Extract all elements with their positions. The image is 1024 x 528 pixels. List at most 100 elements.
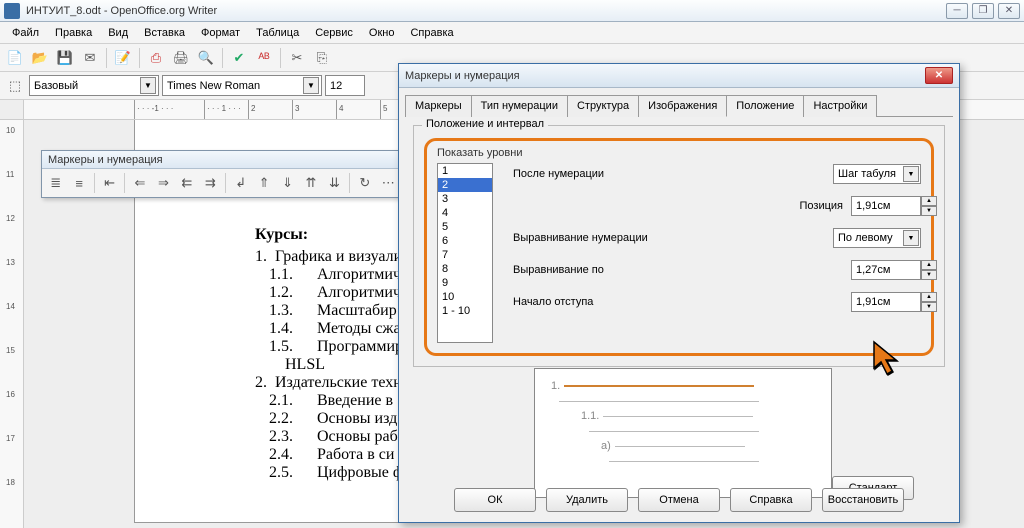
chevron-down-icon[interactable]: ▼: [903, 166, 919, 182]
pdf-icon[interactable]: ⎙: [145, 47, 167, 69]
numbering-preview: 1. 1.1. a): [534, 368, 832, 498]
menu-insert[interactable]: Вставка: [136, 25, 193, 41]
menu-table[interactable]: Таблица: [248, 25, 307, 41]
dialog-titlebar[interactable]: Маркеры и нумерация ✕: [399, 64, 959, 88]
edit-icon[interactable]: 📝: [112, 47, 134, 69]
autospell-icon[interactable]: ᴬᴮ: [253, 47, 275, 69]
move-up-icon[interactable]: ⇑: [253, 172, 274, 194]
cancel-button[interactable]: Отмена: [638, 488, 720, 512]
spin-up-icon[interactable]: ▲: [921, 260, 937, 270]
menu-window[interactable]: Окно: [361, 25, 403, 41]
spin-up-icon[interactable]: ▲: [921, 292, 937, 302]
outdent-icon[interactable]: ⇤: [99, 172, 120, 194]
dialog-close-button[interactable]: ✕: [925, 67, 953, 84]
chevron-down-icon[interactable]: ▼: [303, 77, 319, 94]
aligned-at-spinner[interactable]: 1,27см ▲▼: [851, 260, 921, 280]
tab-position[interactable]: Положение: [726, 95, 804, 117]
promote-sub-icon[interactable]: ⇇: [176, 172, 197, 194]
levels-listbox[interactable]: 1 2 3 4 5 6 7 8 9 10 1 - 10: [437, 163, 493, 343]
move-down-sub-icon[interactable]: ⇊: [324, 172, 345, 194]
copy-icon[interactable]: ⎘: [311, 47, 333, 69]
level-option[interactable]: 5: [438, 220, 492, 234]
window-title: ИНТУИТ_8.odt - OpenOffice.org Writer: [26, 5, 946, 17]
level-option[interactable]: 4: [438, 206, 492, 220]
insert-unnumbered-icon[interactable]: ↲: [230, 172, 251, 194]
spin-down-icon[interactable]: ▼: [921, 302, 937, 312]
menu-edit[interactable]: Правка: [47, 25, 100, 41]
ok-button[interactable]: ОК: [454, 488, 536, 512]
styles-icon[interactable]: ⬚: [4, 75, 26, 97]
spin-down-icon[interactable]: ▼: [921, 206, 937, 216]
bullets-icon[interactable]: ≣: [45, 172, 66, 194]
delete-button[interactable]: Удалить: [546, 488, 628, 512]
paragraph-style-combo[interactable]: Базовый ▼: [29, 75, 159, 96]
tab-graphics[interactable]: Изображения: [638, 95, 727, 117]
level-option[interactable]: 9: [438, 276, 492, 290]
show-levels-label: Показать уровни: [437, 147, 921, 159]
menu-help[interactable]: Справка: [402, 25, 461, 41]
bullets-numbering-toolbar[interactable]: Маркеры и нумерация ≣ ≡ ⇤ ⇐ ⇒ ⇇ ⇉ ↲ ⇑ ⇓ …: [41, 150, 403, 198]
spellcheck-icon[interactable]: ✔: [228, 47, 250, 69]
numbering-icon[interactable]: ≡: [68, 172, 89, 194]
indent-at-label: Начало отступа: [513, 296, 851, 308]
restart-numbering-icon[interactable]: ↻: [354, 172, 375, 194]
open-icon[interactable]: 📂: [29, 47, 51, 69]
close-button[interactable]: ✕: [998, 3, 1020, 19]
chevron-down-icon[interactable]: ▼: [140, 77, 156, 94]
level-option[interactable]: 6: [438, 234, 492, 248]
demote-icon[interactable]: ⇒: [153, 172, 174, 194]
font-name-combo[interactable]: Times New Roman ▼: [162, 75, 322, 96]
font-size-value: 12: [330, 80, 342, 92]
level-option[interactable]: 8: [438, 262, 492, 276]
vertical-ruler[interactable]: 10 11 12 13 14 15 16 17 18: [0, 120, 24, 528]
demote-sub-icon[interactable]: ⇉: [200, 172, 221, 194]
mail-icon[interactable]: ✉: [79, 47, 101, 69]
level-option[interactable]: 1: [438, 164, 492, 178]
tab-options[interactable]: Настройки: [803, 95, 877, 117]
tab-markers[interactable]: Маркеры: [405, 95, 472, 117]
dialog-button-row: ОК Удалить Отмена Справка Восстановить: [399, 488, 959, 512]
move-down-icon[interactable]: ⇓: [277, 172, 298, 194]
tab-numbering-type[interactable]: Тип нумерации: [471, 95, 568, 117]
move-up-sub-icon[interactable]: ⇈: [300, 172, 321, 194]
float-toolbar-title[interactable]: Маркеры и нумерация: [42, 151, 402, 169]
position-label: Позиция: [800, 200, 844, 212]
menu-tools[interactable]: Сервис: [307, 25, 361, 41]
after-numbering-combo[interactable]: Шаг табуля ▼: [833, 164, 921, 184]
window-titlebar: ИНТУИТ_8.odt - OpenOffice.org Writer ─ ❐…: [0, 0, 1024, 22]
minimize-button[interactable]: ─: [946, 3, 968, 19]
spin-down-icon[interactable]: ▼: [921, 270, 937, 280]
new-doc-icon[interactable]: 📄: [4, 47, 26, 69]
menu-format[interactable]: Формат: [193, 25, 248, 41]
menu-file[interactable]: Файл: [4, 25, 47, 41]
chevron-down-icon[interactable]: ▼: [903, 230, 919, 246]
font-name-value: Times New Roman: [167, 80, 260, 92]
help-button[interactable]: Справка: [730, 488, 812, 512]
promote-icon[interactable]: ⇐: [129, 172, 150, 194]
numbering-alignment-label: Выравнивание нумерации: [513, 232, 833, 244]
level-option[interactable]: 3: [438, 192, 492, 206]
print-icon[interactable]: 🖨: [170, 47, 192, 69]
maximize-button[interactable]: ❐: [972, 3, 994, 19]
font-size-combo[interactable]: 12: [325, 75, 365, 96]
save-icon[interactable]: 💾: [54, 47, 76, 69]
bullets-dialog-icon[interactable]: ⋯: [378, 172, 399, 194]
level-option-selected[interactable]: 2: [438, 178, 492, 192]
tab-outline[interactable]: Структура: [567, 95, 639, 117]
restore-button[interactable]: Восстановить: [822, 488, 904, 512]
cut-icon[interactable]: ✂: [286, 47, 308, 69]
level-option[interactable]: 10: [438, 290, 492, 304]
indent-at-spinner[interactable]: 1,91см ▲▼: [851, 292, 921, 312]
numbering-alignment-combo[interactable]: По левому ▼: [833, 228, 921, 248]
menu-view[interactable]: Вид: [100, 25, 136, 41]
paragraph-style-value: Базовый: [34, 80, 78, 92]
preview-icon[interactable]: 🔍: [195, 47, 217, 69]
spin-up-icon[interactable]: ▲: [921, 196, 937, 206]
menubar: Файл Правка Вид Вставка Формат Таблица С…: [0, 22, 1024, 44]
level-option[interactable]: 7: [438, 248, 492, 262]
position-fieldset: Положение и интервал Показать уровни 1 2…: [413, 125, 945, 367]
ruler-corner: [0, 100, 24, 119]
position-spinner[interactable]: 1,91см ▲▼: [851, 196, 921, 216]
bullets-numbering-dialog: Маркеры и нумерация ✕ Маркеры Тип нумера…: [398, 63, 960, 523]
level-option[interactable]: 1 - 10: [438, 304, 492, 318]
